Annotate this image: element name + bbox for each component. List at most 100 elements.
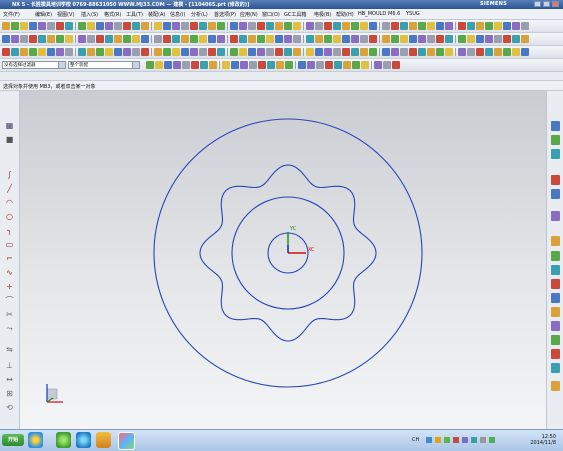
toolbar-tool-icon[interactable] (315, 35, 323, 43)
toolbar-tool-icon[interactable] (307, 61, 315, 69)
toolbar-tool-icon[interactable] (105, 22, 113, 30)
toolbar-tool-icon[interactable] (182, 61, 190, 69)
minimize-button[interactable] (534, 1, 541, 7)
toolbar-tool-icon[interactable] (485, 22, 493, 30)
menu-electrode[interactable]: 电极(B) (314, 11, 331, 18)
constraint-navigator-icon[interactable] (551, 135, 560, 145)
toolbar-tool-icon[interactable] (208, 22, 216, 30)
toolbar-tool-icon[interactable] (342, 35, 350, 43)
toolbar-tool-icon[interactable] (163, 35, 171, 43)
toolbar-tool-icon[interactable] (306, 35, 314, 43)
selection-scope-dropdown[interactable]: 整个装配 (68, 61, 140, 69)
toolbar-tool-icon[interactable] (512, 35, 520, 43)
network-icon[interactable] (489, 437, 495, 443)
toolbar-tool-icon[interactable] (476, 35, 484, 43)
menu-analysis[interactable]: 分析(L) (191, 11, 208, 18)
toolbar-tool-icon[interactable] (11, 35, 19, 43)
toolbar-tool-icon[interactable] (141, 48, 149, 56)
toolbar-tool-icon[interactable] (123, 35, 131, 43)
toolbar-tool-icon[interactable] (476, 48, 484, 56)
toolbar-tool-icon[interactable] (172, 48, 180, 56)
tray-icon-4[interactable] (453, 437, 459, 443)
toolbar-tool-icon[interactable] (141, 35, 149, 43)
toolbar-tool-icon[interactable] (114, 48, 122, 56)
toolbar-tool-icon[interactable] (512, 48, 520, 56)
graphics-window[interactable]: YC XC (20, 91, 546, 429)
toolbar-tool-icon[interactable] (351, 48, 359, 56)
toolbar-tool-icon[interactable] (275, 22, 283, 30)
toolbar-tool-icon[interactable] (293, 35, 301, 43)
toolbar-tool-icon[interactable] (217, 22, 225, 30)
toolbar-tool-icon[interactable] (485, 35, 493, 43)
toolbar-tool-icon[interactable] (154, 35, 162, 43)
menu-edit[interactable]: 编辑(E) (35, 11, 52, 18)
toolbar-tool-icon[interactable] (361, 61, 369, 69)
toolbar-tool-icon[interactable] (467, 22, 475, 30)
start-button[interactable]: 开始 (2, 434, 24, 446)
toolbar-tool-icon[interactable] (409, 35, 417, 43)
toolbar-tool-icon[interactable] (2, 22, 10, 30)
folder-icon[interactable] (96, 432, 111, 448)
toolbar-tool-icon[interactable] (503, 48, 511, 56)
toolbar-tool-icon[interactable] (427, 48, 435, 56)
toolbar-tool-icon[interactable] (521, 35, 529, 43)
toolbar-tool-icon[interactable] (47, 35, 55, 43)
toolbar-tool-icon[interactable] (418, 35, 426, 43)
windows-logo-icon[interactable] (28, 432, 43, 448)
toolbar-tool-icon[interactable] (400, 48, 408, 56)
layer-icon[interactable] (551, 349, 560, 359)
messenger-icon[interactable] (76, 432, 91, 448)
toolbar-tool-icon[interactable] (276, 61, 284, 69)
toolbar-tool-icon[interactable] (191, 61, 199, 69)
toolbar-tool-icon[interactable] (56, 48, 64, 56)
toolbar-tool-icon[interactable] (78, 48, 86, 56)
toolbar-tool-icon[interactable] (11, 22, 19, 30)
toolbar-tool-icon[interactable] (400, 22, 408, 30)
menu-m66[interactable]: M6.6 (388, 11, 400, 17)
toolbar-tool-icon[interactable] (427, 35, 435, 43)
toolbar-tool-icon[interactable] (409, 48, 417, 56)
maximize-button[interactable] (543, 1, 550, 7)
toolbar-tool-icon[interactable] (369, 22, 377, 30)
toolbar-tool-icon[interactable] (284, 48, 292, 56)
toolbar-tool-icon[interactable] (485, 48, 493, 56)
menu-insert[interactable]: 插入(S) (81, 11, 98, 18)
arc-icon[interactable]: ◠ (5, 198, 14, 207)
toolbar-tool-icon[interactable] (181, 35, 189, 43)
toolbar-tool-icon[interactable] (298, 61, 306, 69)
system-materials-icon[interactable] (551, 251, 560, 261)
history-icon[interactable] (551, 236, 560, 246)
toolbar-tool-icon[interactable] (257, 22, 265, 30)
toolbar-tool-icon[interactable] (458, 48, 466, 56)
selection-filter-dropdown[interactable]: 没有选择过滤器 (2, 61, 66, 69)
ime-indicator[interactable]: CH (412, 437, 419, 443)
toolbar-tool-icon[interactable] (105, 35, 113, 43)
toolbar-tool-icon[interactable] (521, 48, 529, 56)
toolbar-tool-icon[interactable] (208, 48, 216, 56)
menu-view[interactable]: 视图(V) (57, 11, 74, 18)
toolbar-tool-icon[interactable] (240, 61, 248, 69)
toolbar-tool-icon[interactable] (324, 48, 332, 56)
clock[interactable]: 12:50 2014/11/8 (530, 434, 556, 446)
toolbar-tool-icon[interactable] (360, 35, 368, 43)
toolbar-tool-icon[interactable] (181, 48, 189, 56)
menu-window[interactable]: 窗口(O) (262, 11, 280, 18)
toolbar-tool-icon[interactable] (2, 35, 10, 43)
toolbar-tool-icon[interactable] (20, 22, 28, 30)
toolbar-tool-icon[interactable] (199, 22, 207, 30)
toolbar-tool-icon[interactable] (374, 61, 382, 69)
visualization-icon[interactable] (551, 335, 560, 345)
toolbar-tool-icon[interactable] (65, 35, 73, 43)
show-constraints-icon[interactable]: ⊞ (5, 389, 14, 398)
toolbar-tool-icon[interactable] (172, 22, 180, 30)
toolbar-tool-icon[interactable] (445, 35, 453, 43)
toolbar-tool-icon[interactable] (257, 35, 265, 43)
toolbar-tool-icon[interactable] (154, 48, 162, 56)
mirror-icon[interactable]: ⇋ (5, 345, 14, 354)
toolbar-tool-icon[interactable] (293, 22, 301, 30)
fillet-icon[interactable]: ╮ (5, 226, 14, 235)
toolbar-tool-icon[interactable] (275, 48, 283, 56)
toolbar-tool-icon[interactable] (427, 22, 435, 30)
toolbar-tool-icon[interactable] (351, 22, 359, 30)
toolbar-tool-icon[interactable] (29, 48, 37, 56)
